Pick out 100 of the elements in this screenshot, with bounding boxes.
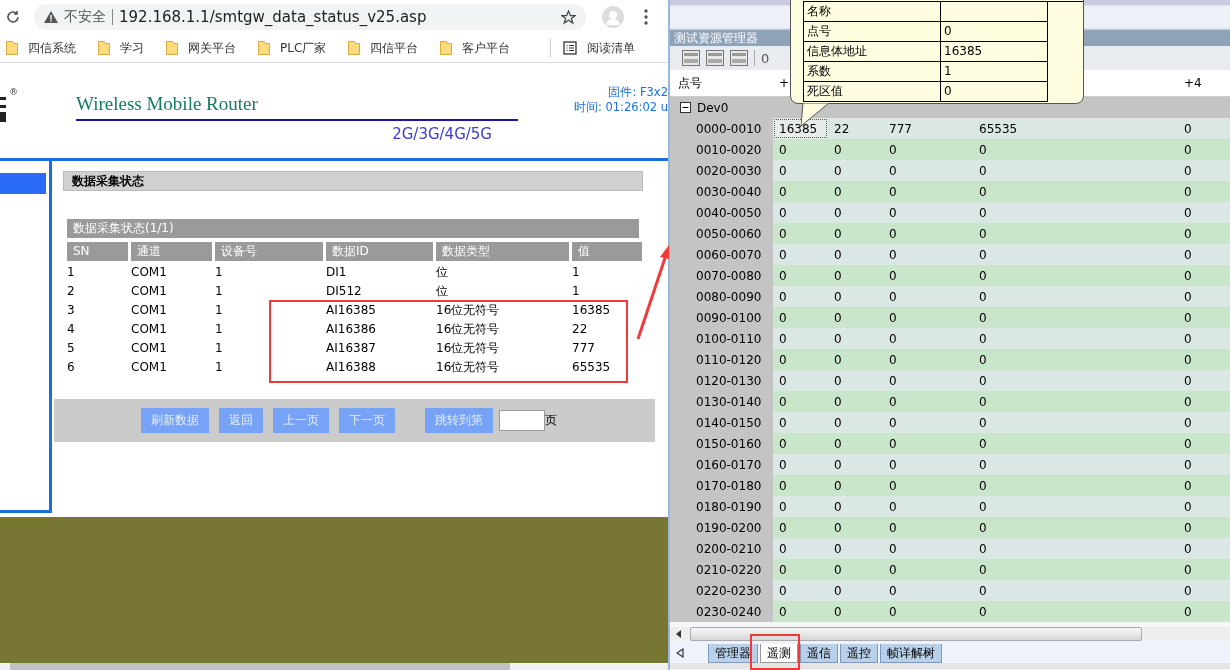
- table-cell-text: 0: [833, 246, 843, 264]
- table-cell-text: 0: [778, 309, 788, 327]
- toolbar-icon[interactable]: [682, 50, 700, 66]
- table-cell-text: 0: [888, 162, 898, 180]
- table-cell-text: 0: [1183, 351, 1193, 369]
- row-label: 0060-0070: [670, 244, 773, 265]
- bookmark[interactable]: 四信平台: [348, 39, 419, 57]
- table-cell-text: 0: [778, 351, 788, 369]
- table-cell-text: 2: [67, 283, 76, 300]
- bookmark[interactable]: 四信系统: [6, 39, 76, 57]
- folder-icon: [98, 41, 110, 55]
- table-cell-text: 0: [1183, 414, 1193, 432]
- table-cell-text: 0: [833, 225, 843, 243]
- row-label: 0000-0010: [670, 118, 773, 139]
- table-cell-text: AI16385: [326, 302, 377, 319]
- tab[interactable]: 管理器: [708, 644, 758, 663]
- tooltip-label: 点号: [804, 22, 941, 42]
- table-cell-text: 0: [888, 498, 898, 516]
- scroll-thumb[interactable]: [690, 627, 1142, 641]
- table-cell-text: 1: [215, 340, 224, 357]
- list-icon: [563, 41, 578, 55]
- table-cell-text: 0: [1183, 561, 1193, 579]
- row-label: 0140-0150: [670, 412, 773, 433]
- table-cell-text: 0: [833, 288, 843, 306]
- table-cell-text: 0: [778, 330, 788, 348]
- folder-icon: [166, 41, 178, 55]
- table-cell-text: 0: [833, 372, 843, 390]
- star-icon[interactable]: [561, 9, 576, 25]
- toolbar-icon[interactable]: [706, 50, 724, 66]
- table-cell-text: 0: [1183, 393, 1193, 411]
- table-cell-text: 0: [888, 246, 898, 264]
- table-cell-text: 0: [833, 435, 843, 453]
- scrollbar[interactable]: [0, 663, 668, 670]
- page-suffix: 页: [545, 412, 557, 429]
- address-field[interactable]: 不安全 192.168.1.1/smtgw_data_status_v25.asp: [34, 4, 586, 30]
- table-cell-text: COM1: [131, 302, 168, 319]
- table-cell-text: 0: [978, 309, 988, 327]
- reading-list[interactable]: 阅读清单: [563, 39, 636, 57]
- table-cell-text: 0: [978, 435, 988, 453]
- toolbar-icon[interactable]: [730, 50, 748, 66]
- table-cell-text: 0: [888, 519, 898, 537]
- tab[interactable]: 遥信: [800, 644, 838, 663]
- table-cell-text: AI16388: [326, 359, 377, 376]
- brand-title: Wireless Mobile Router: [75, 93, 259, 115]
- warning-icon: [44, 11, 58, 23]
- table-cell-text: 6: [67, 359, 76, 376]
- table-cell-text: 0: [778, 435, 788, 453]
- table-cell-text: 0: [978, 288, 988, 306]
- scrollbar[interactable]: [670, 627, 1230, 641]
- table-cell-text: 位: [436, 283, 449, 300]
- table-cell-text: 0: [888, 372, 898, 390]
- tooltip-value: 0: [941, 82, 1048, 102]
- bookmark[interactable]: 学习: [98, 39, 144, 57]
- table-cell-text: DI512: [326, 283, 363, 300]
- menu-icon[interactable]: [644, 9, 648, 25]
- row-label: 0040-0050: [670, 202, 773, 223]
- scroll-thumb[interactable]: [10, 663, 510, 670]
- table-cell-text: 0: [1183, 204, 1193, 222]
- column-header: +4: [1184, 76, 1202, 90]
- table-cell-text: 0: [888, 330, 898, 348]
- table-cell-text: 0: [1183, 435, 1193, 453]
- arrow-icon: [636, 245, 670, 341]
- column-header: +: [779, 76, 790, 90]
- tab-left-icon[interactable]: [676, 648, 684, 658]
- bookmark[interactable]: 客户平台: [440, 39, 511, 57]
- url-text: 192.168.1.1/smtgw_data_status_v25.asp: [119, 8, 427, 26]
- tab[interactable]: 帧详解树: [880, 644, 942, 663]
- bookmark[interactable]: PLC厂家: [258, 39, 327, 57]
- table-cell-text: 0: [778, 141, 788, 159]
- table-cell-text: 0: [778, 603, 788, 621]
- row-label: 0150-0160: [670, 433, 773, 454]
- row-label: 0080-0090: [670, 286, 773, 307]
- table-cell-text: 0: [778, 372, 788, 390]
- table-cell-text: 0: [1183, 288, 1193, 306]
- highlight-box: [750, 634, 800, 670]
- table-cell-text: 1: [572, 283, 581, 300]
- tooltip-label: 名称: [804, 2, 941, 22]
- table-cell-text: 0: [1183, 183, 1193, 201]
- page-input[interactable]: [499, 410, 545, 431]
- table-cell-text: 0: [978, 267, 988, 285]
- table-cell-text: 0: [1183, 456, 1193, 474]
- scroll-left-icon[interactable]: [676, 630, 682, 638]
- table-cell-text: 777: [888, 120, 913, 138]
- table-cell-text: 1: [572, 264, 581, 281]
- tab[interactable]: 遥测: [760, 644, 798, 663]
- tooltip-value: 1: [941, 62, 1048, 82]
- table-cell-text: 0: [778, 582, 788, 600]
- bookmark[interactable]: 网关平台: [166, 39, 236, 57]
- reload-icon[interactable]: [6, 10, 20, 24]
- table-cell-text: 0: [888, 414, 898, 432]
- table-cell-text: 0: [1183, 225, 1193, 243]
- table-cell-text: 0: [888, 603, 898, 621]
- table-cell-text: 0: [778, 204, 788, 222]
- table-cell-text: 0: [778, 540, 788, 558]
- table-cell-text: 4: [67, 321, 76, 338]
- collapse-icon[interactable]: [680, 102, 691, 113]
- table-cell-text: 0: [1183, 519, 1193, 537]
- table-cell-text: 0: [778, 162, 788, 180]
- tab[interactable]: 遥控: [840, 644, 878, 663]
- table-cell-text: 0: [978, 603, 988, 621]
